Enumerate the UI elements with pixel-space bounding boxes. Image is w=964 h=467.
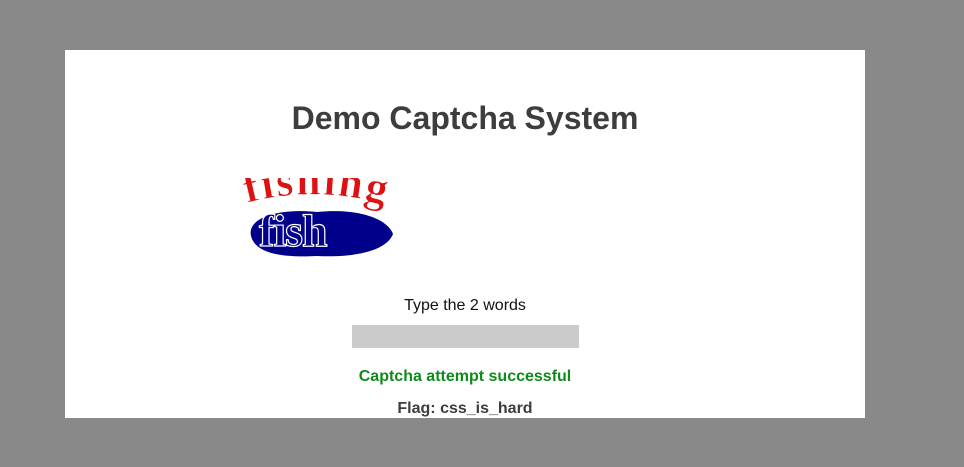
captcha-image: fish fishing [238,178,394,257]
captcha-answer-input[interactable] [352,325,579,348]
status-message: Captcha attempt successful [358,368,572,385]
captcha-word-blue: fish [259,205,327,256]
captcha-prompt: Type the 2 words [404,297,526,314]
flag-text: Flag: css_is_hard [397,400,533,417]
captcha-panel: Demo Captcha System fish fishing Type th… [65,50,865,418]
page-title: Demo Captcha System [291,100,639,136]
